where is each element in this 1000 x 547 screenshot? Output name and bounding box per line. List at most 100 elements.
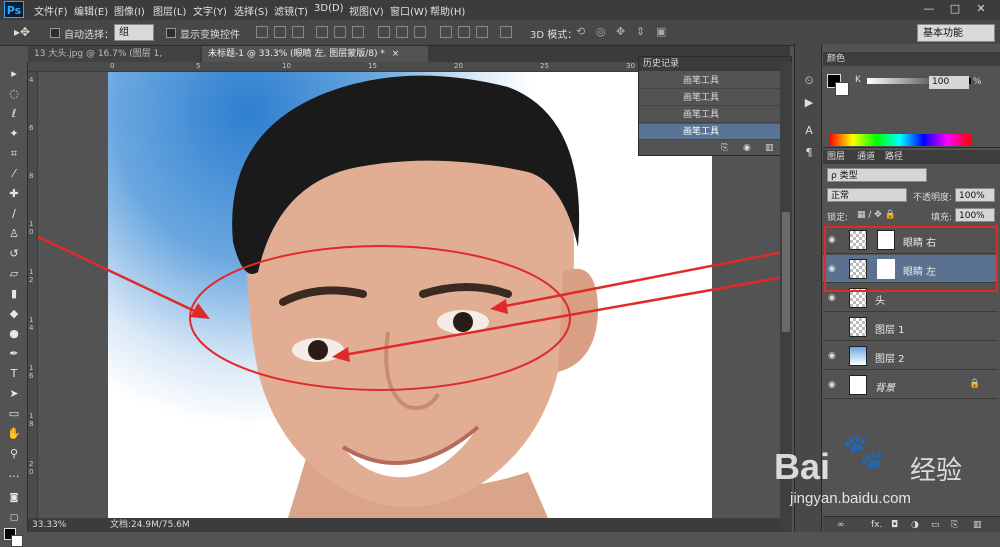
distribute-top-icon[interactable]: [378, 26, 390, 38]
distribute-bottom-icon[interactable]: [414, 26, 426, 38]
distribute-left-icon[interactable]: [440, 26, 452, 38]
3d-roll-icon[interactable]: ◎: [596, 25, 606, 38]
tab-layers[interactable]: 图层: [827, 150, 845, 164]
align-vcenter-icon[interactable]: [274, 26, 286, 38]
menu-select[interactable]: 选择(S): [234, 3, 268, 18]
new-document-from-state-icon[interactable]: ⎘: [721, 143, 728, 153]
eye-icon[interactable]: ◉: [828, 235, 840, 245]
eraser-tool-icon[interactable]: ▱: [5, 266, 23, 282]
history-row[interactable]: 画笔工具: [639, 107, 781, 123]
opacity-input[interactable]: 100%: [955, 188, 995, 202]
actions-panel-icon[interactable]: ▶: [802, 96, 816, 110]
3d-rotate-icon[interactable]: ⟲: [576, 25, 585, 38]
layer-row[interactable]: ◉ 图层 2: [823, 342, 998, 370]
minimize-button[interactable]: —: [918, 2, 940, 16]
eye-icon[interactable]: ◉: [828, 380, 840, 390]
align-top-icon[interactable]: [256, 26, 268, 38]
layer-row[interactable]: ◉ 眼睛 右: [823, 226, 998, 254]
3d-scale-icon[interactable]: ▣: [656, 25, 666, 38]
path-selection-tool-icon[interactable]: ➤: [5, 386, 23, 402]
history-panel-icon[interactable]: ⏲: [802, 74, 816, 88]
eye-icon[interactable]: ◉: [828, 293, 840, 303]
pen-tool-icon[interactable]: ✒: [5, 346, 23, 362]
history-row-current[interactable]: 画笔工具: [639, 124, 781, 140]
menu-type[interactable]: 文字(Y): [193, 3, 227, 18]
color-bg-swatch[interactable]: [835, 82, 849, 96]
layer-row[interactable]: ◉ 头: [823, 284, 998, 312]
extra-tools-icon[interactable]: …: [5, 466, 23, 482]
k-value-input[interactable]: 100: [929, 76, 969, 89]
magic-wand-tool-icon[interactable]: ✦: [5, 126, 23, 142]
tab-channels[interactable]: 通道: [857, 150, 875, 164]
show-transform-checkbox[interactable]: [166, 28, 176, 38]
tab-paths[interactable]: 路径: [885, 150, 903, 164]
menu-edit[interactable]: 编辑(E): [74, 3, 108, 18]
3d-pan-icon[interactable]: ✥: [616, 25, 625, 38]
menu-layer[interactable]: 图层(L): [153, 3, 186, 18]
eye-icon[interactable]: ◉: [828, 351, 840, 361]
eye-icon[interactable]: ◉: [828, 264, 840, 274]
menu-help[interactable]: 帮助(H): [430, 3, 465, 18]
auto-align-icon[interactable]: [500, 26, 512, 38]
3d-slide-icon[interactable]: ⇕: [636, 25, 645, 38]
layer-row[interactable]: ◉ 背景 🔒: [823, 371, 998, 399]
type-tool-icon[interactable]: T: [5, 366, 23, 382]
menu-3d[interactable]: 3D(D): [314, 3, 344, 14]
tab-untitled[interactable]: 未标题-1 @ 33.3% (眼睛 左, 图层蒙版/8) * ×: [202, 46, 428, 62]
layer-row-selected[interactable]: ◉ 眼睛 左: [823, 255, 998, 283]
snapshot-icon[interactable]: ◉: [743, 143, 751, 153]
distribute-hcenter-icon[interactable]: [458, 26, 470, 38]
fill-input[interactable]: 100%: [955, 208, 995, 222]
zoom-level[interactable]: 33.33%: [32, 518, 66, 532]
menu-filter[interactable]: 滤镜(T): [274, 3, 308, 18]
tab-close-icon[interactable]: ×: [392, 49, 400, 59]
layer-row[interactable]: ▫ 图层 1: [823, 313, 998, 341]
shape-tool-icon[interactable]: ▭: [5, 406, 23, 422]
hand-tool-icon[interactable]: ✋: [5, 426, 23, 442]
auto-select-checkbox[interactable]: [50, 28, 60, 38]
blur-tool-icon[interactable]: ◆: [5, 306, 23, 322]
crop-tool-icon[interactable]: ⌗: [5, 146, 23, 162]
zoom-tool-icon[interactable]: ⚲: [5, 446, 23, 462]
brush-tool-icon[interactable]: ∕: [5, 206, 23, 222]
color-spectrum[interactable]: [829, 134, 971, 146]
move-tool-icon[interactable]: ▸: [5, 66, 23, 82]
healing-brush-tool-icon[interactable]: ✚: [5, 186, 23, 202]
clone-stamp-tool-icon[interactable]: ♙: [5, 226, 23, 242]
distribute-vcenter-icon[interactable]: [396, 26, 408, 38]
lasso-tool-icon[interactable]: ℓ: [5, 106, 23, 122]
gradient-tool-icon[interactable]: ▮: [5, 286, 23, 302]
layer-mask-thumbnail[interactable]: [877, 230, 895, 250]
dodge-tool-icon[interactable]: ●: [5, 326, 23, 342]
background-color-swatch[interactable]: [11, 535, 23, 547]
close-window-button[interactable]: ✕: [970, 2, 992, 16]
workspace-dropdown[interactable]: 基本功能: [917, 24, 995, 42]
eye-hidden-icon[interactable]: ▫: [828, 322, 840, 332]
distribute-right-icon[interactable]: [476, 26, 488, 38]
align-bottom-icon[interactable]: [292, 26, 304, 38]
move-tool-icon[interactable]: ▸✥: [14, 25, 30, 39]
tab-datou[interactable]: 13 大头.jpg @ 16.7% (图层 1, RGB/8#) * ×: [28, 46, 200, 75]
history-row[interactable]: 画笔工具: [639, 90, 781, 106]
blend-mode-dropdown[interactable]: 正常: [827, 188, 907, 202]
history-brush-tool-icon[interactable]: ↺: [5, 246, 23, 262]
marquee-tool-icon[interactable]: ◌: [5, 86, 23, 102]
paragraph-panel-icon[interactable]: ¶: [802, 146, 816, 160]
history-row[interactable]: 画笔工具: [639, 73, 781, 89]
menu-view[interactable]: 视图(V): [349, 3, 384, 18]
trash-icon[interactable]: ▥: [765, 143, 774, 153]
maximize-button[interactable]: □: [944, 2, 966, 16]
character-panel-icon[interactable]: A: [802, 124, 816, 138]
align-left-icon[interactable]: [316, 26, 328, 38]
lock-icons[interactable]: ▦ ∕ ✥ 🔒: [857, 210, 896, 220]
layer-filter-dropdown[interactable]: ρ 类型: [827, 168, 927, 182]
align-hcenter-icon[interactable]: [334, 26, 346, 38]
menu-file[interactable]: 文件(F): [34, 3, 68, 18]
align-right-icon[interactable]: [352, 26, 364, 38]
scrollbar-thumb[interactable]: [782, 212, 790, 332]
screen-mode-icon[interactable]: ▢: [5, 510, 23, 526]
menu-image[interactable]: 图像(I): [114, 3, 145, 18]
layer-mask-thumbnail[interactable]: [877, 259, 895, 279]
auto-select-dropdown[interactable]: 组: [114, 24, 154, 41]
menu-window[interactable]: 窗口(W): [390, 3, 428, 18]
